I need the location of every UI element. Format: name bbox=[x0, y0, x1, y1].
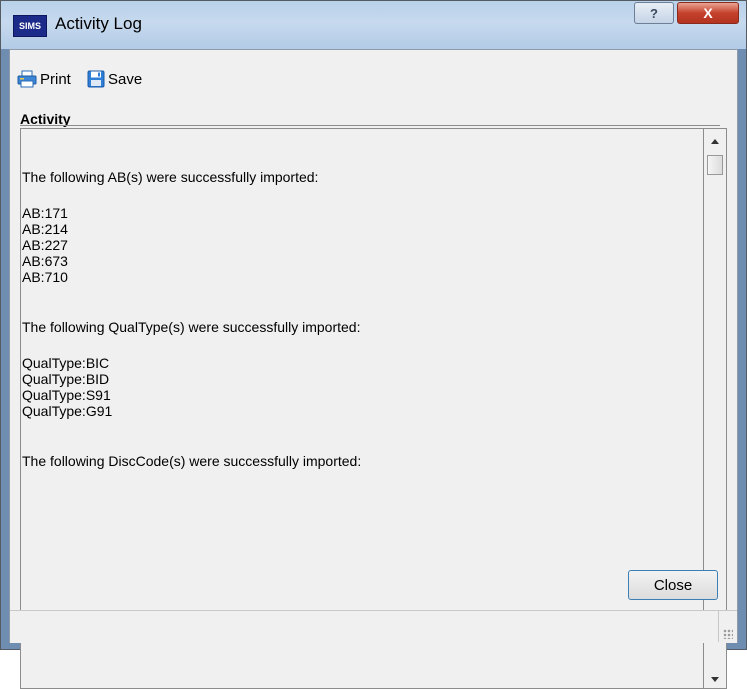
log-section-heading: The following QualType(s) were successfu… bbox=[22, 319, 361, 335]
save-button[interactable]: Save bbox=[87, 70, 142, 88]
log-spacer bbox=[22, 285, 703, 319]
log-item: QualType:BID bbox=[22, 371, 110, 387]
help-button[interactable]: ? bbox=[634, 2, 674, 24]
close-icon: X bbox=[703, 5, 713, 21]
log-section-heading: The following AB(s) were successfully im… bbox=[22, 169, 319, 185]
print-label: Print bbox=[40, 70, 71, 88]
print-button[interactable]: Print bbox=[17, 70, 71, 88]
log-item: AB:710 bbox=[22, 269, 68, 285]
log-spacer bbox=[22, 335, 703, 355]
printer-icon bbox=[17, 70, 37, 88]
floppy-disk-icon bbox=[87, 70, 105, 88]
log-item: QualType:G91 bbox=[22, 403, 113, 419]
title-bar[interactable]: SIMS Activity Log ? X bbox=[1, 1, 746, 49]
panel-divider bbox=[20, 125, 720, 126]
scroll-down-arrow-icon[interactable] bbox=[711, 677, 719, 682]
window-close-button[interactable]: X bbox=[677, 2, 739, 24]
activity-log-window: SIMS Activity Log ? X Print Save Activit… bbox=[0, 0, 747, 689]
status-bar-separator bbox=[718, 611, 719, 642]
log-item: AB:171 bbox=[22, 205, 68, 221]
scrollbar-thumb[interactable] bbox=[707, 155, 723, 175]
log-spacer bbox=[22, 185, 703, 205]
log-item: AB:673 bbox=[22, 253, 68, 269]
window-title: Activity Log bbox=[55, 14, 142, 33]
sims-app-icon: SIMS bbox=[13, 15, 47, 37]
help-icon: ? bbox=[650, 5, 658, 21]
log-item: QualType:BIC bbox=[22, 355, 110, 371]
log-item: AB:227 bbox=[22, 237, 68, 253]
resize-grip-icon[interactable] bbox=[723, 629, 733, 639]
vertical-scrollbar[interactable] bbox=[703, 128, 727, 689]
save-label: Save bbox=[108, 70, 143, 88]
activity-log-text[interactable]: The following AB(s) were successfully im… bbox=[20, 128, 703, 689]
toolbar: Print Save bbox=[10, 50, 737, 106]
log-spacer bbox=[22, 419, 703, 453]
close-button[interactable]: Close bbox=[628, 570, 718, 600]
dialog-body: Print Save Activity The following AB(s) … bbox=[9, 49, 738, 689]
scroll-up-arrow-icon[interactable] bbox=[711, 139, 719, 144]
log-item: QualType:S91 bbox=[22, 387, 111, 403]
log-section-heading: The following DiscCode(s) were successfu… bbox=[22, 453, 362, 469]
status-bar bbox=[10, 610, 737, 643]
log-item: AB:214 bbox=[22, 221, 68, 237]
